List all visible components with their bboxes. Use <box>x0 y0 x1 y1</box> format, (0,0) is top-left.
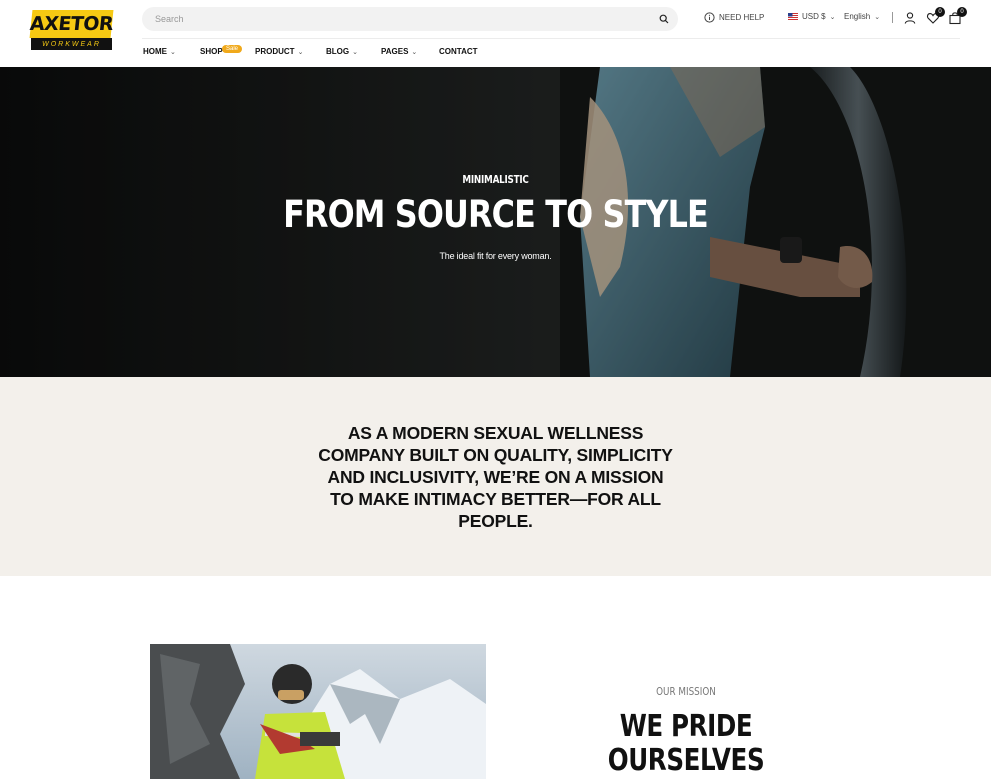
brand-statement: AS A MODERN SEXUAL WELLNESS COMPANY BUIL… <box>318 423 673 531</box>
search-input[interactable] <box>142 7 678 31</box>
nav-item-label: PAGES <box>381 47 409 56</box>
nav-item-label: CONTACT <box>439 47 478 56</box>
logo-name: AXETOR <box>29 10 114 38</box>
mission-section: OUR MISSION WE PRIDE OURSELVES <box>0 576 991 779</box>
wishlist-button[interactable]: 0 <box>926 7 945 25</box>
hero-title: FROM SOURCE TO STYLE <box>283 193 709 236</box>
brand-statement-section: AS A MODERN SEXUAL WELLNESS COMPANY BUIL… <box>0 377 991 576</box>
nav-item-label: SHOP <box>200 47 223 56</box>
wishlist-count-badge: 0 <box>935 7 945 17</box>
currency-label: USD $ <box>802 12 826 21</box>
language-selector[interactable]: English ⌄ <box>844 12 880 21</box>
worker-mountain-image <box>150 644 486 779</box>
logo-tagline: WORKWEAR <box>31 38 112 50</box>
header-divider <box>892 12 893 23</box>
sale-badge: Sale <box>222 45 243 53</box>
mission-title: WE PRIDE OURSELVES <box>607 709 765 778</box>
hero-subtitle: The ideal fit for every woman. <box>439 251 552 261</box>
chevron-down-icon: ⌄ <box>297 48 304 56</box>
need-help-link[interactable]: NEED HELP <box>704 12 764 23</box>
search-bar <box>142 7 678 31</box>
need-help-label: NEED HELP <box>719 13 765 22</box>
nav-item-label: BLOG <box>326 47 350 56</box>
chevron-down-icon: ⌄ <box>829 13 836 21</box>
chevron-down-icon: ⌄ <box>411 48 418 56</box>
account-icon[interactable] <box>903 11 917 25</box>
chevron-down-icon: ⌄ <box>874 13 881 21</box>
nav-item-pages[interactable]: PAGES ⌄ <box>381 47 417 56</box>
nav-item-label: PRODUCT <box>255 47 295 56</box>
nav-item-label: HOME <box>143 47 167 56</box>
info-icon <box>704 12 715 23</box>
language-label: English <box>844 12 871 21</box>
brand-logo[interactable]: AXETOR WORKWEAR <box>29 10 114 50</box>
nav-item-home[interactable]: HOME ⌄ <box>143 47 176 56</box>
nav-item-blog[interactable]: BLOG ⌄ <box>326 47 358 56</box>
site-header: AXETOR WORKWEAR NEED HELP USD $ ⌄ Englis <box>0 0 991 67</box>
nav-item-shop[interactable]: SHOP <box>200 47 223 56</box>
cart-count-badge: 0 <box>957 7 967 17</box>
cart-button[interactable]: 0 <box>948 7 967 25</box>
nav-item-product[interactable]: PRODUCT ⌄ <box>255 47 303 56</box>
hero-banner: MINIMALISTIC FROM SOURCE TO STYLE The id… <box>0 67 991 377</box>
search-icon[interactable] <box>659 14 669 24</box>
currency-selector[interactable]: USD $ ⌄ <box>788 12 835 21</box>
chevron-down-icon: ⌄ <box>352 48 358 56</box>
header-divider-line <box>142 38 960 39</box>
us-flag-icon <box>788 13 798 20</box>
hero-kicker: MINIMALISTIC <box>462 173 529 186</box>
chevron-down-icon: ⌄ <box>170 48 176 56</box>
nav-item-contact[interactable]: CONTACT <box>439 47 478 56</box>
mission-kicker: OUR MISSION <box>656 685 716 698</box>
